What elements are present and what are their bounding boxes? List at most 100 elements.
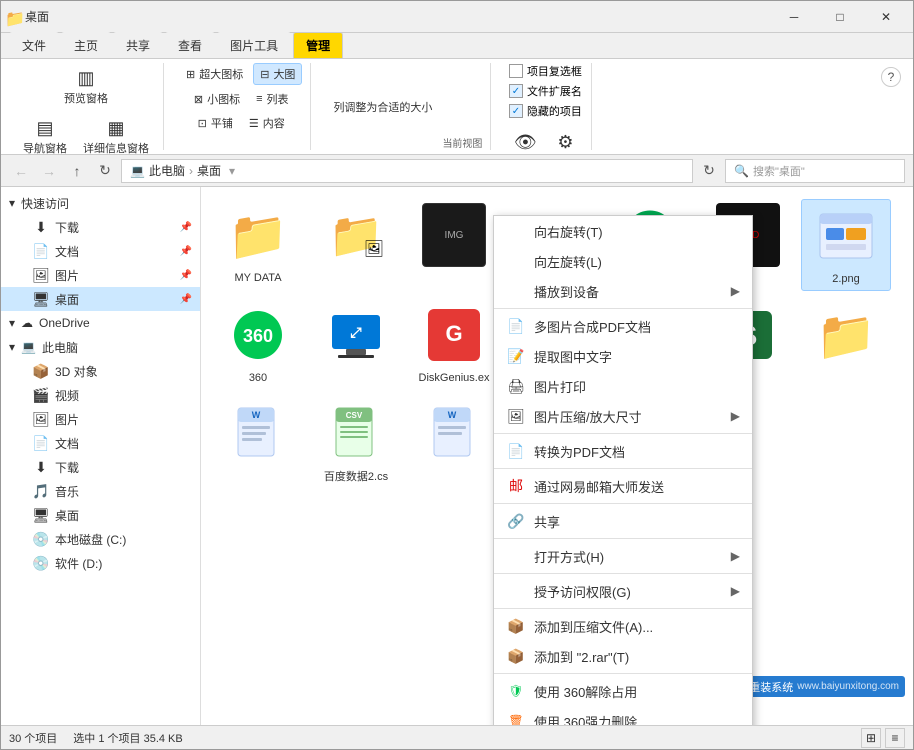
item-checkbox-box[interactable] bbox=[509, 64, 523, 78]
downloads-icon: ⬇ bbox=[33, 459, 49, 475]
tab-picture-tools[interactable]: 图片工具 bbox=[217, 32, 291, 58]
menu-convert-pdf[interactable]: 📄 转换为PDF文档 bbox=[494, 436, 752, 466]
menu-rotate-right-label: 向右旋转(T) bbox=[534, 222, 740, 241]
this-pc-expand-icon: ▾ bbox=[9, 340, 15, 354]
window-title: 桌面 bbox=[25, 8, 49, 25]
menu-print-img-label: 图片打印 bbox=[534, 377, 740, 396]
small-icon-button[interactable]: ⊠ 小图标 bbox=[188, 89, 246, 109]
title-bar-left: 📁 桌面 bbox=[5, 8, 771, 25]
sidebar-drive-c[interactable]: 💿 本地磁盘 (C:) bbox=[1, 527, 200, 551]
sidebar-pictures[interactable]: 🖼 图片 bbox=[1, 407, 200, 431]
menu-open-with[interactable]: 打开方式(H) ▶ bbox=[494, 541, 752, 571]
sidebar-item-docs[interactable]: 📄 文档 📌 bbox=[1, 239, 200, 263]
sidebar-video[interactable]: 🎬 视频 bbox=[1, 383, 200, 407]
minimize-button[interactable]: ─ bbox=[771, 1, 817, 33]
ext-checkbox-box[interactable]: ✓ bbox=[509, 84, 523, 98]
pin-icon-pics: 📌 bbox=[180, 270, 192, 281]
nav-pane-row: ▥ 预览窗格 bbox=[58, 63, 114, 109]
back-button[interactable]: ← bbox=[9, 159, 33, 183]
detail-pane-button[interactable]: ▦ 详细信息窗格 bbox=[77, 113, 155, 155]
item-checkbox-label: 项目复选框 bbox=[527, 63, 582, 79]
sidebar-item-pics[interactable]: 🖼 图片 📌 bbox=[1, 263, 200, 287]
menu-rotate-left[interactable]: 向左旋转(L) bbox=[494, 246, 752, 276]
cast-icon bbox=[506, 281, 526, 301]
cb-item-checkbox: 项目复选框 bbox=[509, 63, 582, 79]
extract-text-icon: 📝 bbox=[506, 346, 526, 366]
nav-pane-icon: ▤ bbox=[33, 116, 57, 140]
hidden-checkbox-box[interactable]: ✓ bbox=[509, 104, 523, 118]
refresh-button[interactable]: ↻ bbox=[93, 159, 117, 183]
music-icon: 🎵 bbox=[33, 483, 49, 499]
menu-cast[interactable]: 播放到设备 ▶ bbox=[494, 276, 752, 306]
view-list-button[interactable]: ≡ bbox=[885, 728, 905, 748]
sep2 bbox=[494, 433, 752, 434]
breadcrumb-dropdown[interactable]: ▾ bbox=[229, 164, 235, 178]
add-rar-icon: 📦 bbox=[506, 646, 526, 666]
sidebar-desktop-label: 桌面 bbox=[55, 291, 79, 308]
menu-merge-pdf[interactable]: 📄 多图片合成PDF文档 bbox=[494, 311, 752, 341]
grant-access-arrow: ▶ bbox=[731, 584, 740, 598]
sidebar-this-pc[interactable]: ▾ 💻 此电脑 bbox=[1, 335, 200, 359]
menu-print-img[interactable]: 🖨 图片打印 bbox=[494, 371, 752, 401]
search-box[interactable]: 🔍 搜索"桌面" bbox=[725, 159, 905, 183]
tab-manage[interactable]: 管理 bbox=[293, 32, 343, 58]
sidebar-documents-label: 文档 bbox=[55, 435, 79, 452]
tile-button[interactable]: ⊡ 平铺 bbox=[192, 113, 239, 133]
options-button[interactable]: ⚙ 选项 bbox=[547, 127, 583, 155]
sidebar-desktop2[interactable]: 🖥 桌面 bbox=[1, 503, 200, 527]
tab-share[interactable]: 共享 bbox=[113, 32, 163, 58]
sidebar-item-download[interactable]: ⬇ 下载 📌 bbox=[1, 215, 200, 239]
tab-file[interactable]: 文件 bbox=[9, 32, 59, 58]
sidebar-onedrive[interactable]: ▾ ☁ OneDrive bbox=[1, 311, 200, 335]
ribbon-group-navigation: ▥ 预览窗格 ▤ 导航窗格 ▦ 详细信息窗格 窗格 bbox=[9, 63, 164, 150]
add-zip-icon: 📦 bbox=[506, 616, 526, 636]
menu-grant-access[interactable]: 授予访问权限(G) ▶ bbox=[494, 576, 752, 606]
maximize-button[interactable]: □ bbox=[817, 1, 863, 33]
auto-adjust-button[interactable]: 列调整为合适的大小 bbox=[327, 97, 438, 117]
preview-pane-button[interactable]: ▥ 预览窗格 bbox=[58, 63, 114, 109]
nav-pane-label: 导航窗格 bbox=[23, 140, 67, 155]
cast-arrow: ▶ bbox=[731, 284, 740, 298]
video-icon: 🎬 bbox=[33, 387, 49, 403]
breadcrumb[interactable]: 💻 此电脑 › 桌面 ▾ bbox=[121, 159, 693, 183]
help-button[interactable]: ? bbox=[881, 67, 901, 87]
sidebar-quick-access[interactable]: ▾ 快速访问 bbox=[1, 191, 200, 215]
menu-add-rar[interactable]: 📦 添加到 "2.rar"(T) bbox=[494, 641, 752, 671]
huge-icon-button[interactable]: ⊞ 超大图标 bbox=[180, 64, 249, 84]
content-button[interactable]: ☰ 内容 bbox=[243, 113, 291, 133]
sidebar-downloads[interactable]: ⬇ 下载 bbox=[1, 455, 200, 479]
tab-view[interactable]: 查看 bbox=[165, 32, 215, 58]
docs-icon: 📄 bbox=[33, 243, 49, 259]
close-button[interactable]: ✕ bbox=[863, 1, 909, 33]
sidebar-drive-d[interactable]: 💿 软件 (D:) bbox=[1, 551, 200, 575]
menu-cast-label: 播放到设备 bbox=[534, 282, 723, 301]
sep1 bbox=[494, 308, 752, 309]
preview-pane-label: 预览窗格 bbox=[64, 90, 108, 106]
up-button[interactable]: ↑ bbox=[65, 159, 89, 183]
refresh-path-button[interactable]: ↻ bbox=[697, 159, 721, 183]
onedrive-expand-icon: ▾ bbox=[9, 316, 15, 330]
menu-share[interactable]: 🔗 共享 bbox=[494, 506, 752, 536]
menu-resize-img[interactable]: 🖼 图片压缩/放大尺寸 ▶ bbox=[494, 401, 752, 431]
list-button[interactable]: ≡ 列表 bbox=[250, 89, 294, 109]
view-grid-button[interactable]: ⊞ bbox=[861, 728, 881, 748]
nav-pane-button[interactable]: ▤ 导航窗格 bbox=[17, 113, 73, 155]
menu-rotate-right[interactable]: 向右旋转(T) bbox=[494, 216, 752, 246]
sidebar-3d-objects[interactable]: 📦 3D 对象 bbox=[1, 359, 200, 383]
hide-button[interactable]: 👁 隐藏 bbox=[507, 127, 543, 155]
sep5 bbox=[494, 538, 752, 539]
sidebar-item-desktop[interactable]: 🖥 桌面 📌 bbox=[1, 287, 200, 311]
tab-home[interactable]: 主页 bbox=[61, 32, 111, 58]
large-icon-button[interactable]: ⊟ 大图 bbox=[253, 63, 302, 85]
sidebar-music[interactable]: 🎵 音乐 bbox=[1, 479, 200, 503]
menu-send-163[interactable]: 邮 通过网易邮箱大师发送 bbox=[494, 471, 752, 501]
menu-360-release[interactable]: 🛡 使用 360解除占用 bbox=[494, 676, 752, 706]
menu-extract-text[interactable]: 📝 提取图中文字 bbox=[494, 341, 752, 371]
menu-360-delete[interactable]: 🗑 使用 360强力删除 bbox=[494, 706, 752, 725]
resize-img-icon: 🖼 bbox=[506, 406, 526, 426]
breadcrumb-icon: 💻 bbox=[130, 164, 145, 178]
menu-extract-text-label: 提取图中文字 bbox=[534, 347, 740, 366]
menu-add-zip[interactable]: 📦 添加到压缩文件(A)... bbox=[494, 611, 752, 641]
sidebar-documents[interactable]: 📄 文档 bbox=[1, 431, 200, 455]
forward-button[interactable]: → bbox=[37, 159, 61, 183]
